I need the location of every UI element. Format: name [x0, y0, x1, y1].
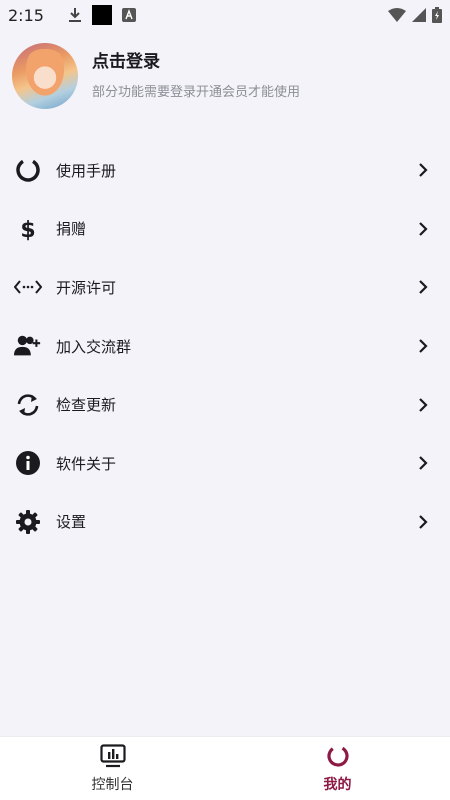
chevron-right-icon	[416, 456, 430, 471]
svg-text:$: $	[20, 218, 35, 242]
signal-icon	[412, 8, 426, 22]
add-user-icon	[14, 332, 42, 360]
info-icon	[14, 449, 42, 477]
gear-icon	[14, 508, 42, 536]
menu-item-about[interactable]: 软件关于	[0, 434, 450, 493]
menu-item-donate[interactable]: $ 捐赠	[0, 200, 450, 259]
app-notification-icon	[121, 8, 136, 22]
loading-ring-icon	[325, 743, 351, 769]
chevron-right-icon	[416, 339, 430, 353]
menu-item-manual[interactable]: 使用手册	[0, 141, 450, 200]
menu-item-label: 开源许可	[56, 278, 117, 297]
menu-item-license[interactable]: 开源许可	[0, 258, 450, 317]
menu-item-join-group[interactable]: 加入交流群	[0, 317, 450, 376]
login-title[interactable]: 点击登录	[92, 51, 300, 73]
menu-list: 使用手册 $ 捐赠 开源许可 加入交流群 检查更新 软件关于 设置	[0, 141, 450, 551]
battery-icon	[432, 7, 442, 23]
code-icon	[14, 273, 42, 301]
nav-label: 我的	[323, 777, 352, 793]
wifi-icon	[388, 8, 406, 22]
chevron-right-icon	[416, 280, 430, 295]
menu-item-label: 捐赠	[56, 220, 87, 239]
status-bar: 2:15	[0, 0, 450, 30]
download-icon	[68, 7, 82, 23]
menu-item-label: 加入交流群	[56, 337, 132, 356]
login-subtitle: 部分功能需要登录开通会员才能使用	[92, 85, 301, 100]
loading-ring-icon	[14, 156, 42, 184]
avatar[interactable]	[12, 43, 78, 109]
dollar-icon: $	[14, 215, 42, 243]
menu-item-settings[interactable]: 设置	[0, 493, 450, 552]
menu-item-check-update[interactable]: 检查更新	[0, 375, 450, 434]
chevron-right-icon	[416, 222, 430, 236]
profile-text: 点击登录 部分功能需要登录开通会员才能使用	[92, 51, 300, 101]
bottom-nav: 控制台 我的	[0, 736, 450, 800]
nav-tab-console[interactable]: 控制台	[0, 737, 225, 800]
status-right	[388, 7, 442, 23]
monitor-icon	[99, 743, 126, 769]
nav-tab-mine[interactable]: 我的	[225, 737, 450, 800]
status-left: 2:15	[8, 5, 136, 25]
status-time: 2:15	[8, 5, 44, 25]
login-header[interactable]: 点击登录 部分功能需要登录开通会员才能使用	[0, 40, 450, 112]
chevron-right-icon	[416, 515, 430, 529]
sync-icon	[14, 391, 42, 419]
menu-item-label: 设置	[56, 513, 87, 532]
menu-item-label: 软件关于	[56, 454, 117, 473]
menu-item-label: 检查更新	[56, 396, 117, 415]
chevron-right-icon	[416, 163, 430, 178]
nav-label: 控制台	[91, 777, 134, 793]
chevron-right-icon	[416, 397, 430, 412]
menu-item-label: 使用手册	[56, 161, 117, 180]
black-square-icon	[91, 5, 112, 25]
